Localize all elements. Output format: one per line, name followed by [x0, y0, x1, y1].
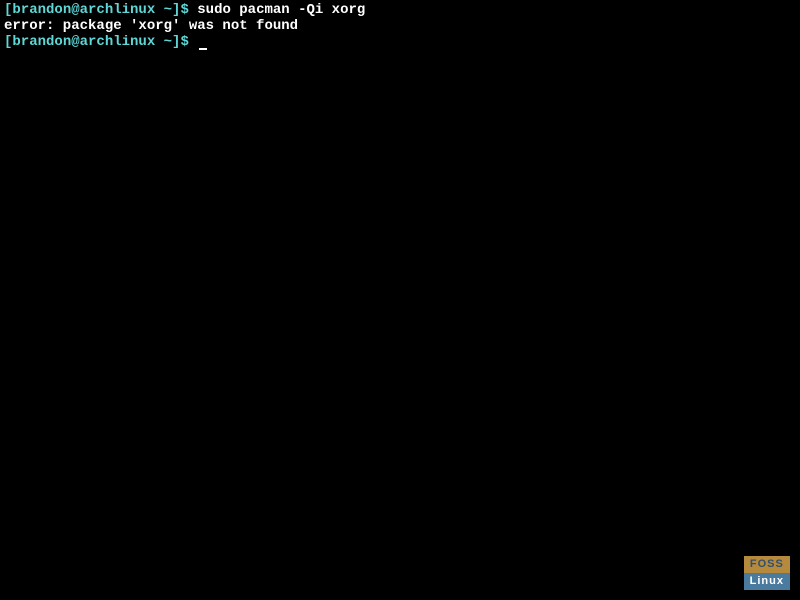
- prompt-path: ~: [155, 34, 172, 50]
- command-input[interactable]: [189, 34, 197, 50]
- terminal-line-2: error: package 'xorg' was not found: [4, 18, 796, 34]
- terminal-line-3[interactable]: [brandon@archlinux ~]$: [4, 34, 796, 50]
- command-text: sudo pacman -Qi xorg: [189, 2, 365, 18]
- prompt-path: ~: [155, 2, 172, 18]
- prompt-user-host: brandon@archlinux: [12, 2, 155, 18]
- prompt-bracket-close: ]$: [172, 2, 189, 18]
- watermark-logo: FOSS Linux: [744, 556, 790, 590]
- cursor-icon: [199, 48, 207, 50]
- terminal-line-1: [brandon@archlinux ~]$ sudo pacman -Qi x…: [4, 2, 796, 18]
- logo-bottom-text: Linux: [744, 573, 790, 590]
- logo-top-text: FOSS: [744, 556, 790, 573]
- prompt-bracket-close: ]$: [172, 34, 189, 50]
- prompt-user-host: brandon@archlinux: [12, 34, 155, 50]
- error-output: error: package 'xorg' was not found: [4, 18, 298, 34]
